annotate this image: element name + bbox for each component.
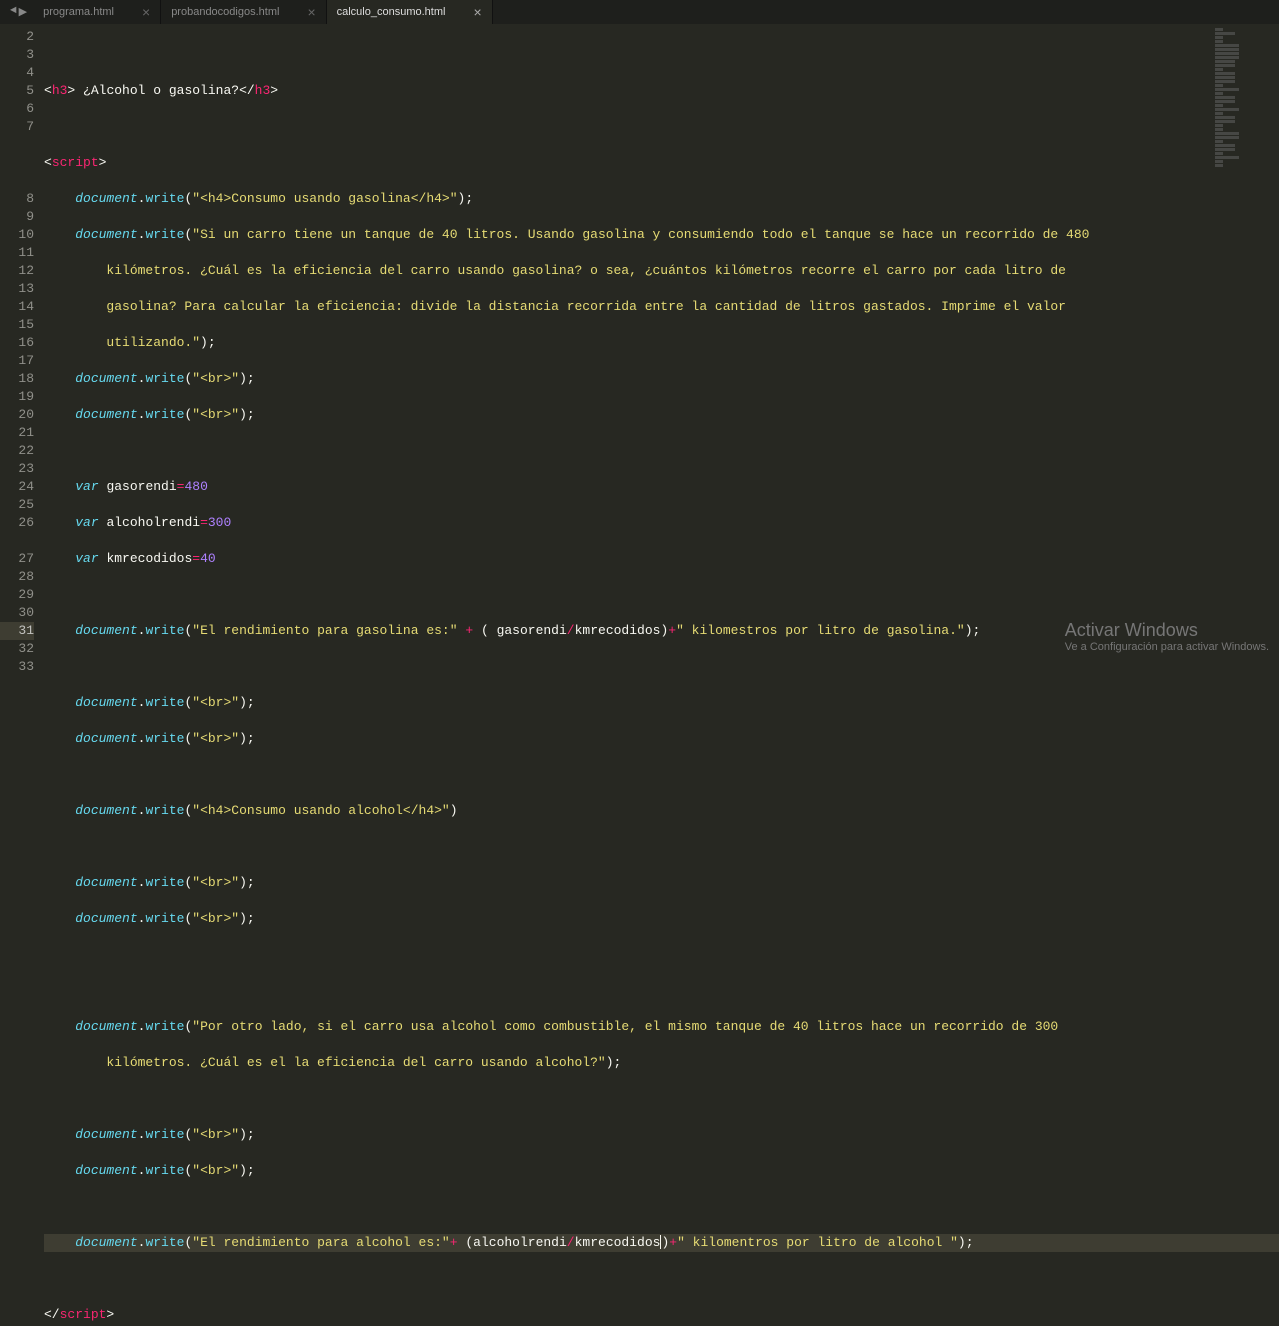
line-num: 16 — [0, 334, 34, 352]
line-num: 17 — [0, 352, 34, 370]
code-line — [44, 46, 1279, 64]
code-line: document.write("<br>"); — [44, 370, 1279, 388]
line-num — [0, 532, 34, 550]
minimap-content — [1209, 24, 1279, 172]
code-line — [44, 586, 1279, 604]
code-line — [44, 442, 1279, 460]
line-num: 22 — [0, 442, 34, 460]
tab-label: calculo_consumo.html — [337, 6, 446, 18]
code-line — [44, 118, 1279, 136]
gutter: 2 3 4 5 6 7 8 9 10 11 12 13 14 15 16 17 … — [0, 24, 44, 663]
code-area[interactable]: <h3> ¿Alcohol o gasolina?</h3> <script> … — [44, 24, 1279, 663]
code-line: document.write("<br>"); — [44, 910, 1279, 928]
code-line: document.write("Si un carro tiene un tan… — [44, 226, 1279, 244]
editor[interactable]: 2 3 4 5 6 7 8 9 10 11 12 13 14 15 16 17 … — [0, 24, 1279, 663]
code-line — [44, 766, 1279, 784]
line-num: 2 — [0, 28, 34, 46]
line-num: 21 — [0, 424, 34, 442]
tab-label: probandocodigos.html — [171, 6, 279, 18]
code-line — [44, 1270, 1279, 1288]
code-line: document.write("<br>"); — [44, 730, 1279, 748]
code-line: kilómetros. ¿Cuál es la eficiencia del c… — [44, 262, 1279, 280]
line-num: 30 — [0, 604, 34, 622]
line-num: 27 — [0, 550, 34, 568]
line-num — [0, 154, 34, 172]
cursor — [660, 1235, 661, 1249]
line-num: 6 — [0, 100, 34, 118]
line-num: 19 — [0, 388, 34, 406]
tab-label: programa.html — [43, 6, 114, 18]
line-num: 12 — [0, 262, 34, 280]
close-icon[interactable]: × — [473, 4, 481, 20]
code-line: kilómetros. ¿Cuál es el la eficiencia de… — [44, 1054, 1279, 1072]
nav-forward-icon[interactable]: ▶ — [19, 5, 27, 19]
code-line: gasolina? Para calcular la eficiencia: d… — [44, 298, 1279, 316]
line-num: 14 — [0, 298, 34, 316]
code-line: <h3> ¿Alcohol o gasolina?</h3> — [44, 82, 1279, 100]
code-line: <script> — [44, 154, 1279, 172]
code-line — [44, 1198, 1279, 1216]
line-num: 9 — [0, 208, 34, 226]
code-line: </script> — [44, 1306, 1279, 1324]
line-num: 33 — [0, 658, 34, 676]
line-num: 18 — [0, 370, 34, 388]
line-num: 11 — [0, 244, 34, 262]
nav-arrows: ◄ ▶ — [4, 5, 33, 19]
line-num: 23 — [0, 460, 34, 478]
code-line — [44, 838, 1279, 856]
tab-calculo-consumo[interactable]: calculo_consumo.html × — [327, 0, 493, 24]
line-num: 24 — [0, 478, 34, 496]
line-num: 26 — [0, 514, 34, 532]
tab-probandocodigos[interactable]: probandocodigos.html × — [161, 0, 326, 24]
code-line: var gasorendi=480 — [44, 478, 1279, 496]
line-num: 3 — [0, 46, 34, 64]
code-line — [44, 658, 1279, 676]
tab-bar: ◄ ▶ programa.html × probandocodigos.html… — [0, 0, 1279, 24]
code-line — [44, 946, 1279, 964]
line-num: 4 — [0, 64, 34, 82]
code-line: document.write("<br>"); — [44, 1162, 1279, 1180]
code-line: var alcoholrendi=300 — [44, 514, 1279, 532]
minimap[interactable] — [1209, 24, 1279, 663]
code-line: document.write("<br>"); — [44, 406, 1279, 424]
line-num: 28 — [0, 568, 34, 586]
line-num — [0, 172, 34, 190]
line-num: 25 — [0, 496, 34, 514]
code-line: document.write("Por otro lado, si el car… — [44, 1018, 1279, 1036]
line-num: 20 — [0, 406, 34, 424]
code-line: var kmrecodidos=40 — [44, 550, 1279, 568]
line-num: 15 — [0, 316, 34, 334]
line-num — [0, 136, 34, 154]
code-line — [44, 982, 1279, 1000]
line-num: 29 — [0, 586, 34, 604]
line-num: 13 — [0, 280, 34, 298]
line-num: 31 — [0, 622, 34, 640]
tab-programa[interactable]: programa.html × — [33, 0, 161, 24]
line-num: 10 — [0, 226, 34, 244]
close-icon[interactable]: × — [142, 4, 150, 20]
close-icon[interactable]: × — [307, 4, 315, 20]
nav-back-icon[interactable]: ◄ — [10, 5, 17, 19]
code-line: utilizando."); — [44, 334, 1279, 352]
code-line: document.write("<br>"); — [44, 694, 1279, 712]
code-line — [44, 1090, 1279, 1108]
line-num: 5 — [0, 82, 34, 100]
code-line: document.write("El rendimiento para gaso… — [44, 622, 1279, 640]
code-line: document.write("El rendimiento para alco… — [44, 1234, 1279, 1252]
code-line: document.write("<br>"); — [44, 1126, 1279, 1144]
line-num: 8 — [0, 190, 34, 208]
code-line: document.write("<h4>Consumo usando gasol… — [44, 190, 1279, 208]
line-num: 7 — [0, 118, 34, 136]
code-line: document.write("<br>"); — [44, 874, 1279, 892]
line-num: 32 — [0, 640, 34, 658]
code-line: document.write("<h4>Consumo usando alcoh… — [44, 802, 1279, 820]
